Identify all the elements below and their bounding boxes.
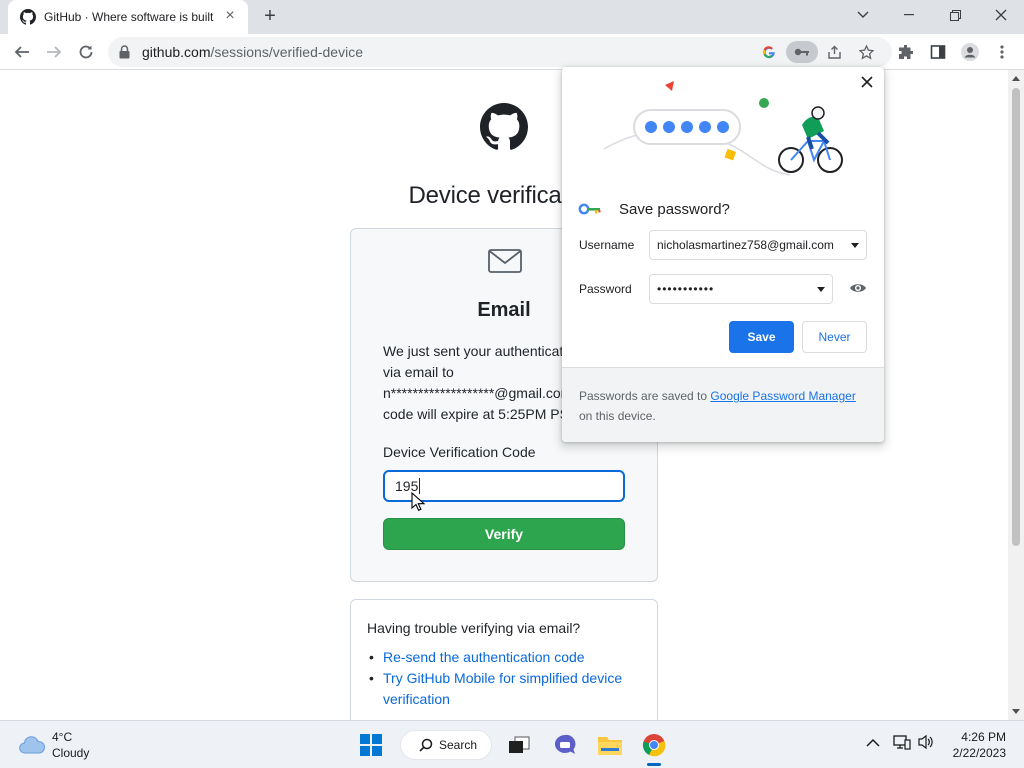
save-button[interactable]: Save (729, 321, 794, 353)
tab-search-icon[interactable] (840, 0, 886, 30)
browser-toolbar: github.com/sessions/verified-device (0, 34, 1024, 70)
mail-icon (488, 249, 522, 273)
dialog-title: Save password? (619, 201, 730, 218)
url-path: /sessions/verified-device (210, 44, 363, 60)
search-icon (419, 738, 433, 752)
weather-condition: Cloudy (52, 746, 90, 760)
google-lens-icon[interactable] (758, 41, 780, 63)
mouse-cursor-icon (411, 492, 425, 512)
github-logo-icon[interactable] (480, 103, 528, 151)
github-mobile-link[interactable]: Try GitHub Mobile for simplified device … (367, 668, 643, 710)
address-bar[interactable]: github.com/sessions/verified-device (108, 37, 892, 67)
url-text: github.com/sessions/verified-device (142, 44, 363, 60)
chrome-menu-icon[interactable] (992, 42, 1012, 62)
verify-button[interactable]: Verify (383, 518, 625, 550)
tab-close-icon[interactable]: × (222, 8, 238, 25)
dialog-footer: Passwords are saved to Google Password M… (562, 367, 884, 442)
chrome-taskbar-icon[interactable] (638, 729, 670, 761)
search-label: Search (439, 738, 478, 752)
volume-icon[interactable] (917, 734, 935, 753)
username-label: Username (579, 238, 635, 252)
page-scrollbar[interactable] (1008, 70, 1024, 720)
never-button[interactable]: Never (802, 321, 867, 353)
task-view-icon[interactable] (503, 729, 535, 761)
share-icon[interactable] (823, 41, 845, 63)
code-field-label: Device Verification Code (383, 444, 536, 460)
taskbar-search[interactable]: Search (400, 730, 492, 760)
github-favicon-icon (20, 9, 36, 25)
restore-icon[interactable] (932, 0, 978, 30)
password-label: Password (579, 282, 632, 296)
file-explorer-icon[interactable] (594, 729, 626, 761)
password-select[interactable]: ••••••••••• (649, 274, 833, 304)
clock-date: 2/22/2023 (952, 746, 1006, 760)
username-select[interactable]: nicholasmartinez758@gmail.com (649, 230, 867, 260)
cloud-icon (19, 736, 45, 754)
show-hidden-icons-chevron-icon[interactable] (866, 735, 880, 751)
resend-code-link[interactable]: Re-send the authentication code (367, 647, 643, 668)
password-manager-link[interactable]: Google Password Manager (710, 389, 855, 403)
help-card: Having trouble verifying via email? Re-s… (350, 599, 658, 720)
new-tab-button[interactable]: + (258, 6, 282, 28)
scroll-up-icon[interactable] (1012, 76, 1020, 81)
password-key-icon[interactable] (786, 41, 818, 63)
temperature: 4°C (52, 730, 73, 744)
clock-time: 4:26 PM (961, 730, 1006, 744)
lock-icon[interactable] (119, 45, 130, 59)
bookmark-star-icon[interactable] (855, 41, 877, 63)
tab-github[interactable]: GitHub · Where software is built × (8, 0, 248, 34)
footer-suffix: on this device. (579, 409, 656, 423)
windows-taskbar: 4°C Cloudy Search 4:26 PM 2/22/2023 (0, 720, 1024, 768)
tab-strip: GitHub · Where software is built × + (0, 0, 1024, 34)
minimize-icon[interactable] (886, 0, 932, 30)
password-key-icon (578, 203, 601, 215)
dialog-close-icon[interactable] (858, 73, 876, 91)
password-illustration (603, 81, 843, 176)
windows-start-icon[interactable] (355, 729, 387, 761)
forward-icon[interactable] (42, 40, 66, 64)
scrollbar-thumb[interactable] (1012, 88, 1020, 546)
url-host: github.com (142, 44, 211, 60)
scroll-down-icon[interactable] (1012, 709, 1020, 714)
reload-icon[interactable] (74, 40, 98, 64)
system-clock[interactable]: 4:26 PM 2/22/2023 (946, 729, 1006, 761)
extensions-icon[interactable] (896, 42, 916, 62)
active-app-indicator (647, 763, 661, 766)
close-window-icon[interactable] (978, 0, 1024, 30)
show-password-eye-icon[interactable] (849, 282, 867, 294)
username-value: nicholasmartinez758@gmail.com (657, 238, 834, 252)
help-title: Having trouble verifying via email? (367, 620, 581, 636)
help-links: Re-send the authentication code Try GitH… (367, 647, 643, 710)
weather-widget[interactable]: 4°C Cloudy (18, 729, 89, 761)
chevron-down-icon (851, 243, 859, 248)
back-icon[interactable] (10, 40, 34, 64)
chevron-down-icon (817, 287, 825, 292)
profile-avatar-icon[interactable] (960, 42, 980, 62)
footer-prefix: Passwords are saved to (579, 389, 711, 403)
tab-title: GitHub · Where software is built (44, 10, 214, 24)
side-panel-icon[interactable] (928, 42, 948, 62)
save-password-dialog: Save password? Username nicholasmartinez… (562, 67, 884, 442)
teams-chat-icon[interactable] (549, 729, 581, 761)
network-icon[interactable] (893, 734, 911, 753)
password-value: ••••••••••• (657, 282, 715, 296)
